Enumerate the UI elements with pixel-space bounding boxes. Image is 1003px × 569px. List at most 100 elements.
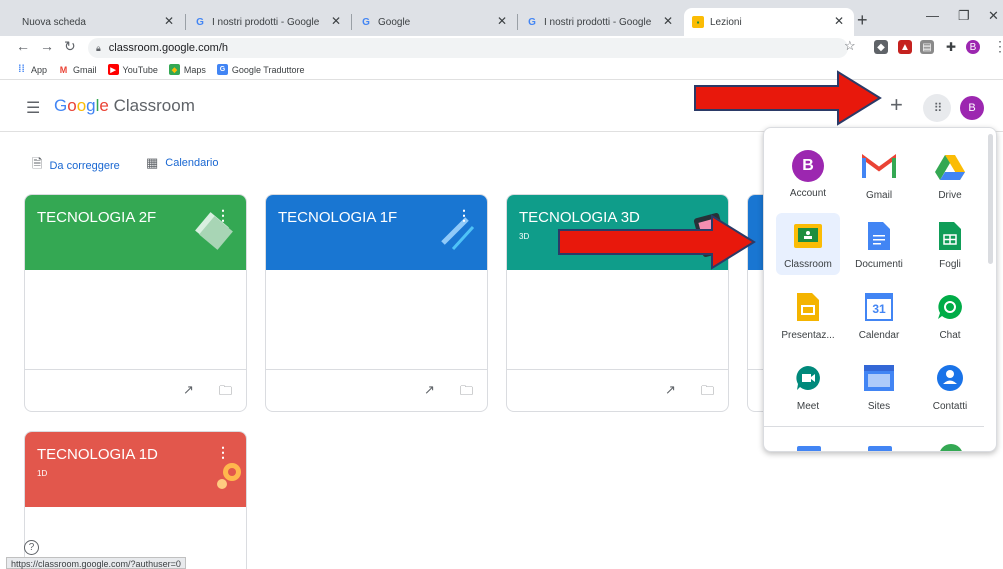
app-label: Meet <box>796 401 820 412</box>
bookmark-label: App <box>31 64 48 75</box>
bookmark-maps[interactable]: ◆ Maps <box>168 64 206 75</box>
close-icon[interactable]: ✕ <box>164 14 174 28</box>
calendar-icon: 31 <box>862 290 896 324</box>
class-banner: TECNOLOGIA 1F ⋮ <box>266 195 487 270</box>
restore-icon[interactable]: ❐ <box>958 8 970 24</box>
extension-pdf-icon[interactable]: ▤ <box>920 40 934 54</box>
close-icon[interactable]: ✕ <box>497 14 507 28</box>
app-label: Contatti <box>932 401 968 412</box>
app-chat[interactable]: Chat <box>918 284 982 346</box>
gmail-icon: M <box>59 64 68 75</box>
meet-icon <box>791 361 825 395</box>
address-bar[interactable]: 🔒︎ classroom.google.com/h <box>88 38 848 58</box>
folder-icon[interactable]: 🗀︎ <box>701 382 714 404</box>
app-sites[interactable]: Sites <box>847 355 911 417</box>
card-footer: ↗ 🗀︎ <box>25 369 246 411</box>
close-icon[interactable]: ✕ <box>834 14 844 28</box>
close-icon[interactable]: ✕ <box>331 14 341 28</box>
extensions-puzzle-icon[interactable]: ✚ <box>944 40 958 54</box>
translate-icon: G <box>216 64 228 75</box>
app-meet[interactable]: Meet <box>776 355 840 417</box>
bookmark-youtube[interactable]: ▶ YouTube <box>107 64 158 75</box>
tab-google[interactable]: G Google ✕ <box>352 8 517 36</box>
app-account[interactable]: B Account <box>776 144 840 206</box>
add-class-icon[interactable]: + <box>890 92 903 118</box>
bookmark-app[interactable]: ⁞⁞ App <box>16 64 47 75</box>
app-label: Chat <box>939 330 961 341</box>
class-card-1f[interactable]: TECNOLOGIA 1F ⋮ ↗ 🗀︎ <box>265 194 488 412</box>
google-favicon-icon: G <box>196 16 204 28</box>
folder-icon[interactable]: 🗀︎ <box>219 382 232 404</box>
google-favicon-icon: G <box>528 16 536 28</box>
class-banner: TECNOLOGIA 1D 1D ⋮ <box>25 432 246 507</box>
bookmark-translate[interactable]: G Google Traduttore <box>216 64 304 75</box>
google-apps-button[interactable]: ⠿ <box>923 94 951 122</box>
app-slides[interactable]: Presentaz... <box>776 284 840 346</box>
close-icon[interactable]: ✕ <box>663 14 673 28</box>
class-card-1d[interactable]: TECNOLOGIA 1D 1D ⋮ <box>24 431 247 569</box>
app-gmail[interactable]: Gmail <box>847 144 911 206</box>
window-close-icon[interactable]: ✕ <box>988 8 999 24</box>
app-drive[interactable]: Drive <box>918 144 982 206</box>
bookmark-label: YouTube <box>122 64 158 75</box>
app-calendar[interactable]: 31 Calendar <box>847 284 911 346</box>
back-icon[interactable]: ← <box>16 38 30 54</box>
app-sheets[interactable]: Fogli <box>918 213 982 275</box>
logo-letter: G <box>54 96 68 115</box>
status-bar-url: https://classroom.google.com/?authuser=0 <box>6 557 186 569</box>
drive-icon <box>933 150 967 184</box>
bookmark-gmail[interactable]: M Gmail <box>58 64 97 75</box>
reload-icon[interactable]: ↻ <box>64 38 76 55</box>
app-docs[interactable]: Documenti <box>847 213 911 275</box>
extension-red-icon[interactable]: ▲ <box>898 40 912 54</box>
tab-new-tab[interactable]: Nuova scheda ✕ <box>14 8 184 36</box>
maps-icon: ◆ <box>168 64 180 75</box>
help-icon[interactable]: ? <box>24 540 39 555</box>
class-card-2f[interactable]: TECNOLOGIA 2F ⋮ ↗ 🗀︎ <box>24 194 247 412</box>
more-app-icon <box>797 446 821 451</box>
logo-letter: o <box>76 96 87 115</box>
browser-menu-icon[interactable]: ⋮ <box>993 38 1003 55</box>
more-app-icon <box>868 446 892 451</box>
calendar-day-text: 31 <box>865 293 893 321</box>
trending-icon[interactable]: ↗ <box>183 382 194 398</box>
trending-icon[interactable]: ↗ <box>665 382 676 398</box>
apps-divider <box>764 426 984 427</box>
bookmark-label: Gmail <box>73 64 97 75</box>
profile-avatar[interactable]: B <box>966 40 980 54</box>
apps-scrollbar[interactable] <box>988 134 993 264</box>
new-tab-icon[interactable]: + <box>857 10 868 31</box>
app-contacts[interactable]: Contatti <box>918 355 982 417</box>
calendar-link[interactable]: ▦ Calendario <box>146 155 219 171</box>
extension-shield-icon[interactable]: ◆ <box>874 40 888 54</box>
more-options-icon[interactable]: ⋮ <box>216 444 230 461</box>
to-review-link[interactable]: 🗎︎ Da correggere <box>32 155 120 177</box>
class-banner: TECNOLOGIA 2F ⋮ <box>25 195 246 270</box>
tab-lezioni[interactable]: ▪ Lezioni ✕ <box>684 8 854 36</box>
classroom-logo[interactable]: Google Classroom <box>54 96 195 116</box>
youtube-icon: ▶ <box>107 64 119 75</box>
tab-label: Nuova scheda <box>22 16 86 28</box>
app-label: Presentaz... <box>781 330 835 341</box>
bookmark-star-icon[interactable]: ☆ <box>844 38 856 54</box>
forward-icon[interactable]: → <box>40 38 54 54</box>
more-app-icon <box>939 444 963 451</box>
logo-product-name: Classroom <box>113 96 195 115</box>
docs-icon <box>862 219 896 253</box>
tab-products-1[interactable]: G I nostri prodotti - Google ✕ <box>186 8 351 36</box>
folder-icon[interactable]: 🗀︎ <box>460 382 473 404</box>
logo-letter: e <box>99 96 109 115</box>
account-avatar[interactable]: B <box>960 96 984 120</box>
apps-grid-icon: ⁞⁞ <box>18 64 25 75</box>
tab-products-2[interactable]: G I nostri prodotti - Google ✕ <box>518 8 683 36</box>
browser-tab-strip: Nuova scheda ✕ G I nostri prodotti - Goo… <box>0 0 1003 36</box>
trending-icon[interactable]: ↗ <box>424 382 435 398</box>
classroom-favicon-icon: ▪ <box>692 16 704 28</box>
more-options-icon[interactable]: ⋮ <box>216 207 230 224</box>
logo-letter: o <box>67 96 77 115</box>
more-options-icon[interactable]: ⋮ <box>457 207 471 224</box>
slides-icon <box>791 290 825 324</box>
minimize-icon[interactable]: — <box>926 8 939 23</box>
hamburger-menu-icon[interactable]: ☰ <box>26 98 40 118</box>
app-classroom[interactable]: Classroom <box>776 213 840 275</box>
